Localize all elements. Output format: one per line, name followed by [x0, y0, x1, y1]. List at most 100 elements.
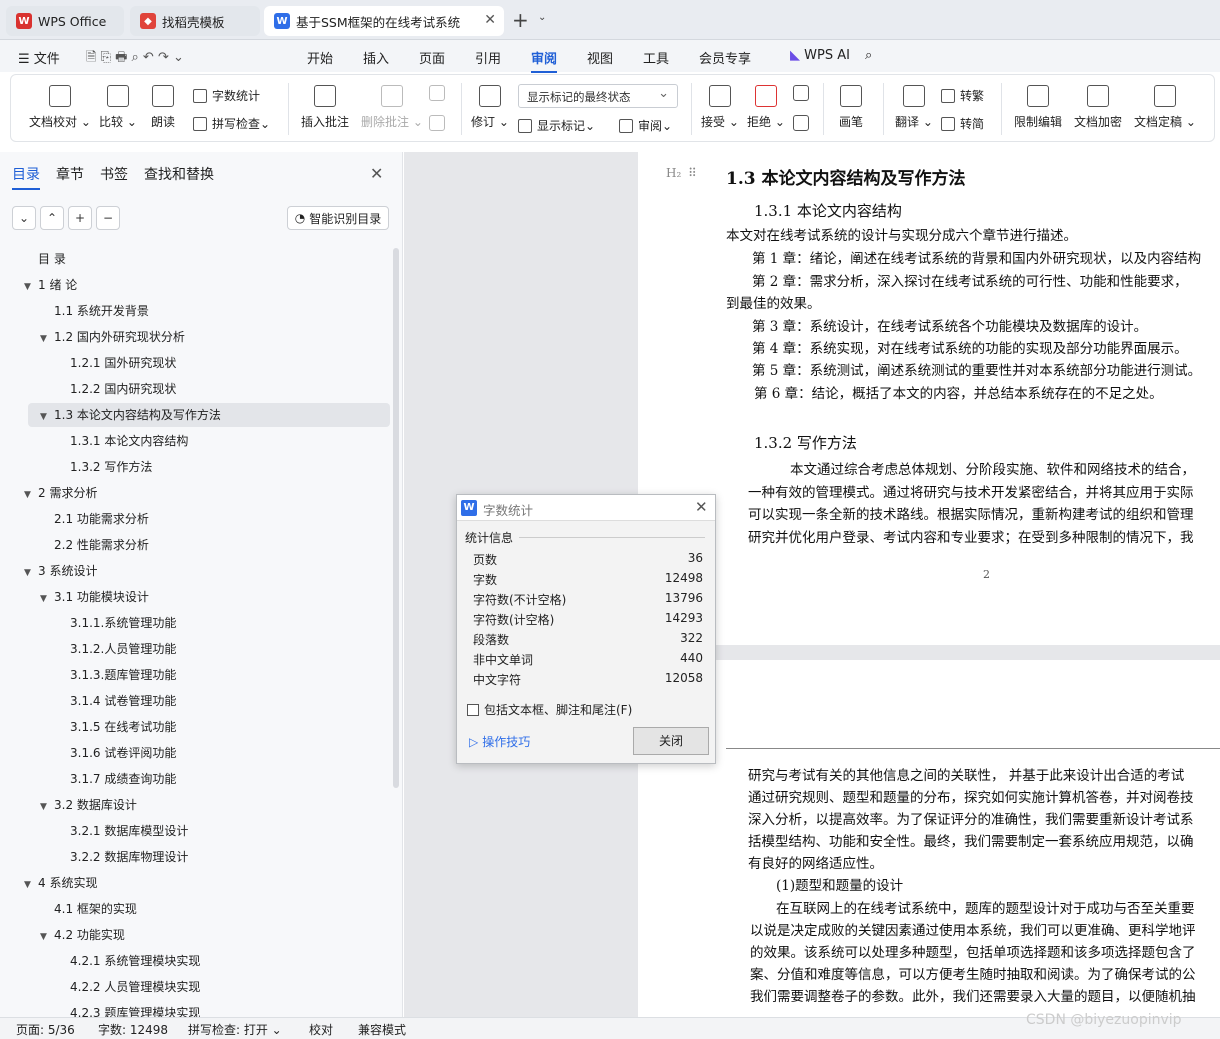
- expand-triangle-icon[interactable]: ▼: [40, 326, 54, 352]
- toc-item[interactable]: 3.1.6 试卷评阅功能: [70, 740, 176, 766]
- menu-review[interactable]: 审阅: [531, 48, 558, 73]
- menu-start[interactable]: 开始: [307, 48, 333, 67]
- expand-triangle-icon[interactable]: ▼: [40, 924, 54, 950]
- expand-triangle-icon[interactable]: ▼: [40, 794, 54, 820]
- tab-bookmarks[interactable]: 书签: [100, 164, 128, 190]
- tab-document[interactable]: W 基于SSM框架的在线考试系统 ✕: [264, 6, 504, 36]
- quick-access-icons[interactable]: 🗎 ⎘ 🖶 ⌕ ↶ ↷ ⌄: [86, 48, 184, 70]
- add-heading-icon[interactable]: +: [68, 206, 92, 230]
- finalize-doc-button[interactable]: 文档定稿 ⌄: [1134, 85, 1196, 130]
- next-comment-button[interactable]: [429, 115, 445, 137]
- to-traditional-button[interactable]: 转繁: [941, 87, 984, 104]
- tab-docer-templates[interactable]: ◆ 找稻壳模板: [130, 6, 260, 36]
- include-textbox-checkbox[interactable]: 包括文本框、脚注和尾注(F): [467, 701, 632, 718]
- close-pane-icon[interactable]: ✕: [370, 164, 383, 183]
- checkbox-box[interactable]: [467, 703, 479, 716]
- toc-item[interactable]: 3.1.7 成绩查询功能: [70, 766, 176, 792]
- toc-item[interactable]: ▼ 3 系统设计: [24, 558, 97, 584]
- expand-triangle-icon[interactable]: ▼: [24, 872, 38, 898]
- expand-triangle-icon[interactable]: ▼: [24, 274, 38, 300]
- translate-button[interactable]: 翻译 ⌄: [895, 85, 933, 130]
- accept-button[interactable]: 接受 ⌄: [701, 85, 739, 130]
- prev-comment-button[interactable]: [429, 85, 445, 107]
- toc-item[interactable]: ▼ 4 系统实现: [24, 870, 97, 896]
- toc-item[interactable]: 3.1.2.人员管理功能: [70, 636, 176, 662]
- menu-page[interactable]: 页面: [419, 48, 445, 67]
- toc-item[interactable]: 1.3.1 本论文内容结构: [70, 428, 188, 454]
- doc-check-button[interactable]: 文档校对 ⌄: [29, 85, 91, 130]
- tab-chapters[interactable]: 章节: [56, 164, 84, 190]
- toc-item[interactable]: 4.2.1 系统管理模块实现: [70, 948, 200, 974]
- show-markup-button[interactable]: 显示标记 ⌄: [518, 117, 595, 134]
- menu-tools[interactable]: 工具: [643, 48, 669, 67]
- expand-triangle-icon[interactable]: ▼: [40, 404, 54, 430]
- search-icon[interactable]: ⌕: [865, 48, 872, 63]
- toc-item[interactable]: 4.1 框架的实现: [54, 896, 137, 922]
- close-tab-icon[interactable]: ✕: [484, 12, 496, 28]
- proof-status[interactable]: 校对: [309, 1021, 333, 1038]
- toc-item[interactable]: ▼ 1.2 国内外研究现状分析: [40, 324, 185, 350]
- toc-item[interactable]: ▼ 3.2 数据库设计: [40, 792, 137, 818]
- toc-item[interactable]: ▼ 1 绪 论: [24, 272, 77, 298]
- next-change-button[interactable]: [793, 115, 809, 137]
- insert-comment-button[interactable]: 插入批注: [301, 85, 349, 130]
- toc-item[interactable]: 1.2.1 国外研究现状: [70, 350, 176, 376]
- menu-member[interactable]: 会员专享: [699, 48, 751, 67]
- word-count-button[interactable]: 字数统计: [193, 87, 260, 104]
- close-icon[interactable]: ✕: [695, 498, 708, 516]
- toc-item[interactable]: ▼ 1.3 本论文内容结构及写作方法: [40, 402, 221, 428]
- toc-item[interactable]: 3.2.2 数据库物理设计: [70, 844, 188, 870]
- remove-heading-icon[interactable]: −: [96, 206, 120, 230]
- to-simplified-button[interactable]: 转简: [941, 115, 984, 132]
- collapse-all-icon[interactable]: ⌃: [40, 206, 64, 230]
- tab-toc[interactable]: 目录: [12, 164, 40, 190]
- prev-change-button[interactable]: [793, 85, 809, 107]
- new-tab-icon[interactable]: +: [512, 8, 529, 32]
- file-menu[interactable]: ☰ 文件: [18, 48, 60, 67]
- expand-all-icon[interactable]: ⌄: [12, 206, 36, 230]
- toc-item[interactable]: 3.1.1.系统管理功能: [70, 610, 176, 636]
- toc-scrollbar[interactable]: [393, 248, 399, 788]
- tab-find-replace[interactable]: 查找和替换: [144, 164, 214, 190]
- dialog-title-bar[interactable]: W 字数统计 ✕: [457, 495, 715, 521]
- toc-item[interactable]: 1.2.2 国内研究现状: [70, 376, 176, 402]
- toc-item[interactable]: 3.2.1 数据库模型设计: [70, 818, 188, 844]
- restrict-edit-button[interactable]: 限制编辑: [1014, 85, 1062, 130]
- page-indicator[interactable]: 页面: 5/36: [16, 1021, 75, 1038]
- expand-triangle-icon[interactable]: ▼: [24, 560, 38, 586]
- toc-item[interactable]: 3.1.3.题库管理功能: [70, 662, 176, 688]
- pen-button[interactable]: 画笔: [839, 85, 863, 130]
- toc-item[interactable]: 3.1.5 在线考试功能: [70, 714, 176, 740]
- smart-toc-button[interactable]: ◔ 智能识别目录: [287, 206, 389, 230]
- read-aloud-button[interactable]: 朗读: [151, 85, 175, 130]
- expand-triangle-icon[interactable]: ▼: [24, 482, 38, 508]
- markup-state-select[interactable]: 显示标记的最终状态: [518, 84, 678, 108]
- spell-check-status[interactable]: 拼写检查: 打开 ⌄: [188, 1021, 282, 1038]
- toc-item[interactable]: 3.1.4 试卷管理功能: [70, 688, 176, 714]
- wps-ai-button[interactable]: ◣ WPS AI: [790, 48, 850, 63]
- encrypt-doc-button[interactable]: 文档加密: [1074, 85, 1122, 130]
- menu-insert[interactable]: 插入: [363, 48, 389, 67]
- expand-triangle-icon[interactable]: ▼: [40, 586, 54, 612]
- toc-item[interactable]: 目 录: [38, 246, 66, 272]
- review-pane-button[interactable]: 审阅 ⌄: [619, 117, 672, 134]
- close-button[interactable]: 关闭: [633, 727, 709, 755]
- toc-item[interactable]: 1.1 系统开发背景: [54, 298, 149, 324]
- toc-item[interactable]: ▼ 2 需求分析: [24, 480, 97, 506]
- track-changes-button[interactable]: 修订 ⌄: [471, 85, 509, 130]
- tips-link[interactable]: ▷ 操作技巧: [469, 733, 530, 750]
- compare-button[interactable]: 比较 ⌄: [99, 85, 137, 130]
- reject-button[interactable]: 拒绝 ⌄: [747, 85, 785, 130]
- toc-item[interactable]: 2.2 性能需求分析: [54, 532, 149, 558]
- menu-reference[interactable]: 引用: [475, 48, 501, 67]
- delete-comment-button[interactable]: 删除批注 ⌄: [361, 85, 423, 130]
- drag-handle-icon[interactable]: ⠿: [688, 166, 697, 180]
- toc-item[interactable]: 1.3.2 写作方法: [70, 454, 152, 480]
- chevron-down-icon[interactable]: ⌄: [538, 12, 546, 23]
- toc-item[interactable]: 2.1 功能需求分析: [54, 506, 149, 532]
- menu-view[interactable]: 视图: [587, 48, 613, 67]
- toc-item[interactable]: ▼ 3.1 功能模块设计: [40, 584, 149, 610]
- toc-item[interactable]: ▼ 4.2 功能实现: [40, 922, 125, 948]
- toc-item[interactable]: 4.2.2 人员管理模块实现: [70, 974, 200, 1000]
- spell-check-button[interactable]: 拼写检查 ⌄: [193, 115, 270, 132]
